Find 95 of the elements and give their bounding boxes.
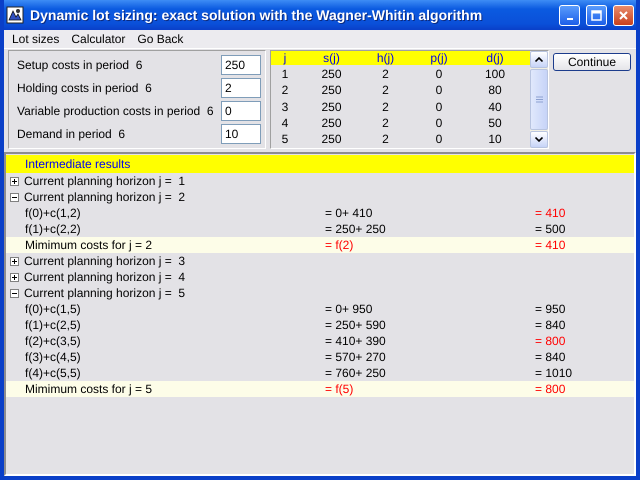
summary-label: Mimimum costs for j = 5 [25,382,154,396]
tree-node[interactable]: Current planning horizon j = 2 [24,190,186,204]
chevron-up-icon [535,57,543,62]
tree-node[interactable]: Current planning horizon j = 3 [24,254,186,268]
expand-icon[interactable] [10,272,19,282]
app-icon [6,6,24,24]
continue-button[interactable]: Continue [553,53,631,71]
grid-cell-text: 0 [434,83,444,98]
window-title: Dynamic lot sizing: exact solution with the Wagner-Whitin algorithm [30,7,484,23]
expression-text: = f(2) [325,238,354,252]
scroll-thumb[interactable] [530,69,548,130]
grid-cell-text: 80 [487,83,503,98]
results-title: Intermediate results [6,155,634,173]
column-header: p(j) [429,51,449,66]
formula-text: f(4)+c(5,5) [25,366,82,380]
column-header: d(j) [485,51,505,66]
formula-text: f(3)+c(4,5) [25,350,82,364]
input-field[interactable]: 2 [221,78,261,98]
input-field[interactable]: 0 [221,101,261,121]
grid-cell-text: 4 [280,116,290,130]
field-label: Demand in period 6 [17,127,126,141]
grid-cell-text: 5 [280,132,290,146]
grid-cell-text: 0 [434,67,444,82]
total-text: = 500 [535,222,566,236]
formula-text: f(2)+c(3,5) [25,334,82,348]
grid-cell-text: 100 [484,67,506,82]
grid-cell-text: 2 [280,83,290,98]
scrollbar[interactable] [530,51,548,148]
grid-cell-text: 250 [320,67,343,82]
formula-text: f(1)+c(2,2) [25,222,82,236]
expression-text: = 250+ 250 [325,222,387,236]
total-text: = 840 [535,350,566,364]
expression-text: = 250+ 590 [325,318,387,332]
total-text: = 840 [535,318,566,332]
input-field[interactable]: 10 [221,124,261,144]
formula-text: f(1)+c(2,5) [25,318,82,332]
grid-cell-text: 10 [487,132,503,146]
total-text: = 800 [535,382,566,396]
summary-label: Mimimum costs for j = 2 [25,238,154,252]
grid-cell-text: 2 [381,83,390,98]
expression-text: = 760+ 250 [325,366,387,380]
minimize-button[interactable] [559,4,580,26]
scroll-up-button[interactable] [530,51,548,68]
grip-icon [536,96,542,103]
grid-cell-text: 250 [320,100,343,114]
tree-node[interactable]: Current planning horizon j = 4 [24,270,186,284]
menu-item[interactable]: Lot sizes [6,32,66,46]
expand-icon[interactable] [10,176,19,186]
collapse-icon[interactable] [10,288,19,298]
close-icon [618,10,629,20]
grid-cell-text: 1 [280,67,290,82]
grid-cell-text: 40 [487,100,503,114]
minimize-icon [566,18,572,20]
total-text: = 800 [535,334,566,348]
maximize-icon [591,10,602,20]
maximize-button[interactable] [586,4,607,26]
grid-cell-text: 2 [381,116,390,130]
grid-cell-text: 2 [381,100,390,114]
grid-cell-text: 3 [280,100,290,114]
grid-cell-text: 250 [320,132,343,146]
expand-icon[interactable] [10,256,19,266]
column-header: j [282,51,288,66]
menu-item[interactable]: Calculator [65,32,132,46]
tree-node[interactable]: Current planning horizon j = 5 [24,286,186,300]
formula-text: f(0)+c(1,5) [25,302,82,316]
field-label: Variable production costs in period 6 [17,104,214,118]
expression-text: = 0+ 950 [325,302,374,316]
grid-cell-text: 2 [381,132,390,146]
expression-text: = 570+ 270 [325,350,387,364]
scroll-down-button[interactable] [530,131,548,148]
grid-cell-text: 50 [487,116,503,130]
menu-item[interactable]: Go Back [131,32,190,46]
column-header: s(j) [322,51,341,66]
input-field[interactable]: 250 [221,55,261,75]
total-text: = 1010 [535,366,574,380]
column-header: h(j) [376,51,396,66]
grid-cell-text: 0 [434,132,444,146]
expression-text: = f(5) [325,382,354,396]
formula-text: f(0)+c(1,2) [25,206,82,220]
field-label: Setup costs in period 6 [17,58,142,72]
field-label: Holding costs in period 6 [17,81,152,95]
grid-cell-text: 250 [320,83,343,98]
grid-cell-text: 0 [434,116,444,130]
close-button[interactable] [613,4,634,26]
collapse-icon[interactable] [10,192,19,202]
total-text: = 410 [535,206,566,220]
grid-cell-text: 0 [434,100,444,114]
tree-node[interactable]: Current planning horizon j = 1 [24,174,186,188]
grid-cell-text: 250 [320,116,343,130]
expression-text: = 410+ 390 [325,334,387,348]
expression-text: = 0+ 410 [325,206,374,220]
grid-cell-text: 2 [381,67,390,82]
total-text: = 410 [535,238,566,252]
chevron-down-icon [535,137,543,142]
total-text: = 950 [535,302,566,316]
